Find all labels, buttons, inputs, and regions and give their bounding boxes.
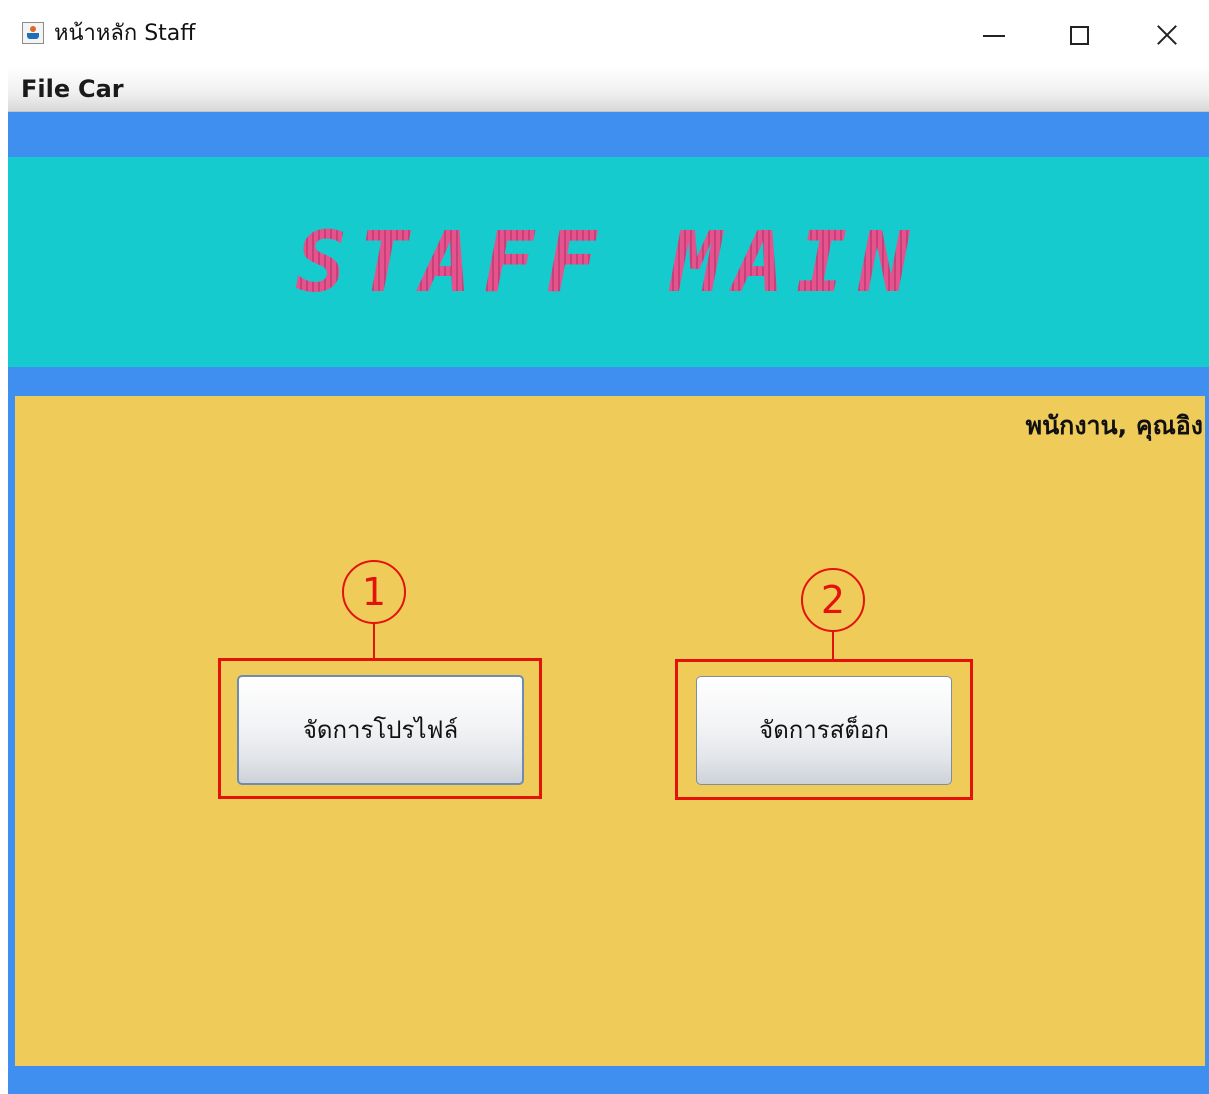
manage-profile-button[interactable]: จัดการโปรไฟล์: [237, 675, 524, 785]
window-title: หน้าหลัก Staff: [54, 21, 196, 46]
menu-file[interactable]: File: [21, 74, 70, 104]
menu-bar: File Car: [8, 66, 1209, 112]
annotation-marker-2: 2: [801, 568, 865, 632]
title-bar: หน้าหลัก Staff: [0, 0, 1209, 66]
header-banner: STAFF MAIN: [8, 157, 1209, 367]
banner-title: STAFF MAIN: [8, 157, 1209, 367]
maximize-button[interactable]: [1054, 14, 1104, 54]
annotation-marker-1: 1: [342, 560, 406, 624]
minimize-button[interactable]: [968, 14, 1018, 54]
menu-car[interactable]: Car: [78, 74, 124, 104]
user-greeting: พนักงาน, คุณอิง: [1025, 411, 1203, 440]
manage-stock-button[interactable]: จัดการสต็อก: [696, 676, 952, 785]
app-window: หน้าหลัก Staff File Car STAFF MAIN พนักง…: [0, 0, 1209, 1094]
staff-panel: พนักงาน, คุณอิง 1 จัดการโปรไฟล์ 2 จัดการ…: [15, 396, 1205, 1066]
annotation-connector-1: [373, 624, 375, 658]
main-content: STAFF MAIN พนักงาน, คุณอิง 1 จัดการโปรไฟ…: [8, 112, 1209, 1094]
annotation-connector-2: [832, 632, 834, 659]
close-button[interactable]: [1142, 14, 1192, 54]
java-app-icon: [22, 22, 44, 44]
